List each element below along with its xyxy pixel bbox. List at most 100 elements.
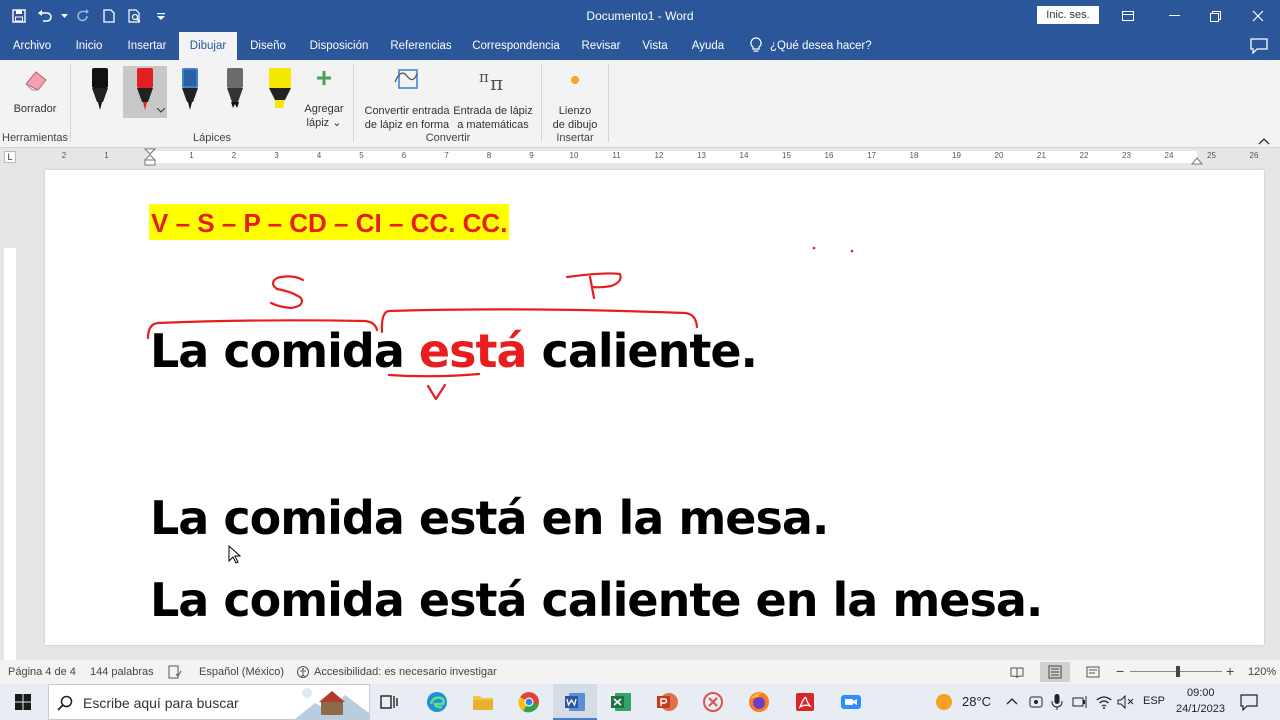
eraser-icon xyxy=(25,71,47,91)
ribbon-display-options-icon[interactable] xyxy=(1106,0,1150,32)
print-layout-icon xyxy=(1048,665,1062,679)
zoom-slider-thumb[interactable] xyxy=(1176,666,1180,677)
tell-me-search[interactable]: ¿Qué desea hacer? xyxy=(750,32,872,60)
edge-icon[interactable] xyxy=(425,690,449,714)
highlighter-yellow[interactable] xyxy=(262,66,298,118)
sign-in-button[interactable]: Inic. ses. xyxy=(1037,6,1099,24)
collapse-ribbon-icon[interactable] xyxy=(1258,132,1272,145)
read-mode-icon[interactable] xyxy=(1010,665,1024,679)
ruler-number: 15 xyxy=(782,151,791,160)
indent-marker-icon[interactable] xyxy=(144,148,156,166)
pen-galaxy[interactable] xyxy=(172,66,208,118)
ruler-number: 3 xyxy=(274,151,279,160)
word-count[interactable]: 144 palabras xyxy=(90,666,154,678)
zoom-app-icon[interactable] xyxy=(839,690,863,714)
ruler-number: 2 xyxy=(61,151,67,160)
battery-network-icon[interactable] xyxy=(1072,694,1090,710)
close-icon[interactable] xyxy=(1236,0,1280,32)
tab-dibujar[interactable]: Dibujar xyxy=(179,32,237,60)
undo-icon[interactable] xyxy=(34,5,56,27)
clock-time[interactable]: 09:00 xyxy=(1187,687,1215,699)
ruler-number: 19 xyxy=(952,151,961,160)
ruler-number: 20 xyxy=(994,151,1004,160)
tab-ayuda[interactable]: Ayuda xyxy=(684,32,732,60)
start-button[interactable] xyxy=(0,684,46,720)
add-pen-button[interactable]: Agregar lápiz ⌄ xyxy=(300,68,348,130)
language-status[interactable]: Español (México) xyxy=(199,666,284,678)
tab-insertar[interactable]: Insertar xyxy=(120,32,174,60)
ink-to-math-button[interactable]: ππ Entrada de lápiz a matemáticas xyxy=(452,66,534,132)
meet-now-icon[interactable] xyxy=(1028,694,1044,710)
zoom-level[interactable]: 120% xyxy=(1248,666,1276,678)
ruler-number: 26 xyxy=(1249,151,1259,160)
input-language[interactable]: ESP xyxy=(1143,695,1165,707)
proofing-icon[interactable] xyxy=(168,665,182,679)
taskbar-word-active[interactable] xyxy=(553,684,597,720)
right-indent-marker-icon[interactable] xyxy=(1191,154,1203,166)
firefox-icon[interactable] xyxy=(747,690,771,714)
zoom-in-button[interactable]: + xyxy=(1226,663,1234,679)
undo-dropdown-icon[interactable] xyxy=(60,5,68,27)
acrobat-icon[interactable] xyxy=(793,690,817,714)
excel-icon[interactable] xyxy=(609,690,633,714)
accessibility-status[interactable]: Accesibilidad: es necesario investigar xyxy=(314,666,497,678)
comments-icon[interactable] xyxy=(1250,38,1268,55)
drawing-canvas-button[interactable]: Lienzo de dibujo xyxy=(548,66,602,132)
ruler-number: 18 xyxy=(909,151,919,160)
tab-inicio[interactable]: Inicio xyxy=(68,32,110,60)
ruler-number: 1 xyxy=(104,151,109,160)
group-separator xyxy=(70,64,71,142)
notifications-icon[interactable] xyxy=(1240,693,1258,711)
powerpoint-icon[interactable] xyxy=(655,690,679,714)
weather-icon[interactable] xyxy=(934,692,954,712)
ink-s-label xyxy=(269,275,305,310)
ruler-number: 10 xyxy=(569,151,579,160)
pen-gray[interactable] xyxy=(217,66,253,118)
print-layout-button[interactable] xyxy=(1040,662,1070,682)
eraser-button[interactable]: Borrador xyxy=(8,66,62,116)
tab-referencias[interactable]: Referencias xyxy=(385,32,457,60)
tab-archivo[interactable]: Archivo xyxy=(4,32,60,60)
customize-toolbar-icon[interactable] xyxy=(150,5,172,27)
web-layout-icon[interactable] xyxy=(1086,665,1100,679)
file-explorer-icon[interactable] xyxy=(471,690,495,714)
volume-muted-icon[interactable] xyxy=(1117,694,1135,710)
horizontal-ruler[interactable]: L 2 1 1 2 3 4 5 6 7 8 9 10 11 12 13 14 15 16 17 18 19 20 21 22 2… xyxy=(0,148,1280,166)
new-document-icon[interactable] xyxy=(98,5,120,27)
chrome-icon[interactable] xyxy=(517,690,541,714)
tab-disposicion[interactable]: Disposición xyxy=(302,32,376,60)
tab-selector-icon[interactable]: L xyxy=(4,151,16,163)
pen-black[interactable] xyxy=(82,66,118,118)
restore-icon[interactable] xyxy=(1193,0,1237,32)
search-icon xyxy=(57,695,73,711)
convert-ink-to-shape-button[interactable]: Convertir entrada de lápiz en forma xyxy=(362,66,452,132)
print-preview-icon[interactable] xyxy=(124,5,146,27)
save-icon[interactable] xyxy=(8,5,30,27)
vertical-ruler[interactable] xyxy=(4,168,16,660)
ruler-number: 9 xyxy=(529,151,534,160)
ruler-number: 2 xyxy=(231,151,237,160)
page-count[interactable]: Página 4 de 4 xyxy=(8,666,76,678)
redo-icon[interactable] xyxy=(72,5,94,27)
tab-diseno[interactable]: Diseño xyxy=(244,32,292,60)
tab-revisar[interactable]: Revisar xyxy=(576,32,626,60)
minimize-icon[interactable] xyxy=(1152,0,1196,32)
zoom-out-button[interactable]: − xyxy=(1116,663,1124,679)
tab-correspondencia[interactable]: Correspondencia xyxy=(466,32,566,60)
show-hidden-icons-icon[interactable] xyxy=(1006,697,1018,705)
microphone-icon[interactable] xyxy=(1051,693,1063,711)
mouse-cursor-icon xyxy=(228,545,242,564)
tab-vista[interactable]: Vista xyxy=(634,32,676,60)
wifi-icon[interactable] xyxy=(1096,694,1112,710)
group-label-pens: Lápices xyxy=(193,132,231,144)
app-icon[interactable] xyxy=(701,690,725,714)
weather-temp[interactable]: 28°C xyxy=(962,694,991,709)
pen-red[interactable] xyxy=(123,66,167,118)
document-page[interactable]: V – S – P – CD – CI – CC. CC. La comida … xyxy=(45,170,1264,645)
clock-date[interactable]: 24/1/2023 xyxy=(1176,703,1225,715)
task-view-icon[interactable] xyxy=(377,690,401,714)
ruler-number: 24 xyxy=(1164,151,1174,160)
taskbar-search[interactable]: Escribe aquí para buscar xyxy=(48,684,370,720)
status-bar: Página 4 de 4 144 palabras Español (Méxi… xyxy=(0,660,1280,684)
ruler-number: 7 xyxy=(444,151,449,160)
